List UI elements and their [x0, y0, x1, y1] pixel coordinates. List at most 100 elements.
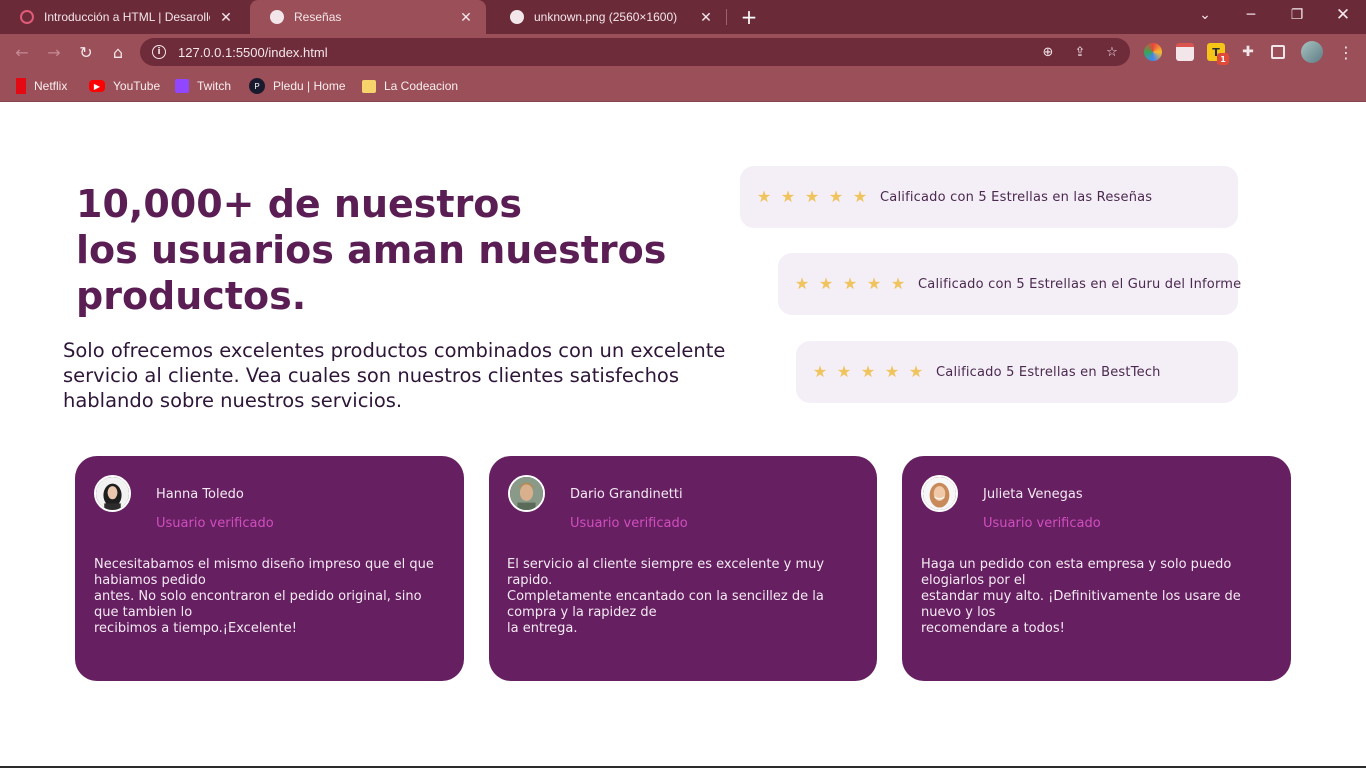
reviewer-name: Julieta Venegas	[983, 487, 1083, 502]
review-line: Necesitabamos el mismo diseño impreso qu…	[94, 557, 434, 572]
testimonial-card: Hanna Toledo Usuario verificado Necesita…	[75, 456, 464, 681]
site-favicon-icon	[20, 10, 34, 24]
rating-text: Calificado 5 Estrellas en BestTech	[936, 364, 1161, 380]
bookmark-label: Netflix	[34, 79, 68, 93]
back-button[interactable]: ←	[10, 40, 34, 64]
netflix-icon	[16, 78, 26, 94]
star-icon: ★	[860, 362, 876, 381]
review-line: habiamos pedido	[94, 573, 206, 588]
avatar	[508, 475, 545, 512]
review-text: Necesitabamos el mismo diseño impreso qu…	[94, 557, 449, 637]
home-button[interactable]: ⌂	[106, 40, 130, 64]
rating-text: Calificado con 5 Estrellas en las Reseña…	[880, 189, 1153, 205]
review-line: antes. No solo encontraron el pedido ori…	[94, 589, 422, 604]
zoom-icon[interactable]: ⊕	[1040, 44, 1056, 60]
bookmark-label: YouTube	[113, 79, 161, 93]
new-tab-button[interactable]: +	[737, 5, 761, 29]
rating-text: Calificado con 5 Estrellas en el Guru de…	[918, 276, 1242, 292]
tab-introduccion-html[interactable]: Introducción a HTML | Desarollo W ✕	[0, 0, 246, 34]
tab-strip: Introducción a HTML | Desarollo W ✕ Rese…	[0, 0, 1366, 34]
star-icon: ★	[866, 274, 882, 293]
close-tab-icon[interactable]: ✕	[458, 9, 474, 25]
bookmark-star-icon[interactable]: ☆	[1104, 44, 1120, 60]
star-icon: ★	[890, 274, 906, 293]
browser-toolbar: ← → ↻ ⌂ i 127.0.0.1:5500/index.html ⊕ ⇪ …	[0, 34, 1366, 70]
extension-badge: 1	[1217, 53, 1229, 65]
review-line: la entrega.	[507, 621, 578, 636]
restore-button[interactable]: ❐	[1274, 0, 1320, 30]
bookmark-la-codeacion[interactable]: La Codeacion	[362, 77, 458, 95]
tab-search-button[interactable]: ⌄	[1182, 0, 1228, 30]
twitch-icon	[175, 79, 189, 93]
folder-icon	[362, 79, 376, 93]
bookmark-twitch[interactable]: Twitch	[175, 77, 231, 95]
star-icon: ★	[818, 274, 834, 293]
star-icon: ★	[804, 187, 820, 206]
review-line: compra y la rapidez de	[507, 605, 657, 620]
avatar	[921, 475, 958, 512]
pledu-icon: P	[249, 78, 265, 94]
star-icon: ★	[828, 187, 844, 206]
tab-title: Introducción a HTML | Desarollo W	[44, 10, 210, 24]
forward-button[interactable]: →	[42, 40, 66, 64]
share-icon[interactable]: ⇪	[1072, 44, 1088, 60]
rating-besttech: ★ ★ ★ ★ ★ Calificado 5 Estrellas en Best…	[796, 341, 1238, 403]
bookmark-pledu[interactable]: P Pledu | Home	[249, 77, 346, 95]
profile-avatar[interactable]	[1301, 41, 1323, 63]
tab-resenas[interactable]: Reseñas ✕	[250, 0, 486, 34]
review-line: Completamente encantado con la sencillez…	[507, 589, 824, 604]
notes-extension-icon[interactable]	[1176, 43, 1194, 61]
review-line: recibimos a tiempo.¡Excelente!	[94, 621, 297, 636]
tab-divider	[726, 9, 727, 25]
review-line: El servicio al cliente siempre es excele…	[507, 557, 825, 572]
page-content: 10,000+ de nuestros los usuarios aman nu…	[0, 103, 1366, 766]
star-icon: ★	[842, 274, 858, 293]
description-line: hablando sobre nuestros servicios.	[63, 389, 403, 412]
bookmark-label: Pledu | Home	[273, 79, 346, 93]
minimize-button[interactable]: ─	[1228, 0, 1274, 30]
youtube-icon: ▶	[89, 80, 105, 92]
verified-label: Usuario verificado	[983, 516, 1101, 531]
rating-guru-informe: ★ ★ ★ ★ ★ Calificado con 5 Estrellas en …	[778, 253, 1242, 315]
star-icon: ★	[794, 274, 810, 293]
review-line: recomendare a todos!	[921, 621, 1065, 636]
close-tab-icon[interactable]: ✕	[698, 9, 714, 25]
verified-label: Usuario verificado	[570, 516, 688, 531]
bookmark-youtube[interactable]: ▶ YouTube	[89, 77, 160, 95]
review-line: estandar muy alto. ¡Definitivamente los …	[921, 589, 1241, 604]
description-line: servicio al cliente. Vea cuales son nues…	[63, 364, 680, 387]
site-info-icon[interactable]: i	[152, 45, 166, 59]
star-icon: ★	[756, 187, 772, 206]
star-icon: ★	[852, 187, 868, 206]
color-extension-icon[interactable]	[1144, 43, 1162, 61]
description-line: Solo ofrecemos excelentes productos comb…	[63, 339, 726, 362]
review-line: nuevo y los	[921, 605, 996, 620]
close-window-button[interactable]: ✕	[1320, 0, 1366, 30]
star-icon: ★	[836, 362, 852, 381]
menu-kebab-icon[interactable]: ⋮	[1334, 40, 1358, 64]
t-extension-icon[interactable]: T 1	[1207, 43, 1229, 65]
avatar	[94, 475, 131, 512]
side-panel-icon[interactable]	[1271, 45, 1285, 59]
star-rating: ★ ★ ★ ★ ★	[790, 276, 910, 292]
bookmark-label: Twitch	[197, 79, 232, 93]
star-icon: ★	[812, 362, 828, 381]
address-bar[interactable]: i 127.0.0.1:5500/index.html ⊕ ⇪ ☆	[140, 38, 1130, 66]
globe-icon	[270, 10, 284, 24]
tab-unknown-png[interactable]: unknown.png (2560×1600) ✕	[490, 0, 726, 34]
star-rating: ★ ★ ★ ★ ★	[808, 364, 928, 380]
puzzle-extensions-icon[interactable]: ✚	[1239, 43, 1257, 61]
reviewer-name: Hanna Toledo	[156, 487, 244, 502]
reload-button[interactable]: ↻	[74, 40, 98, 64]
bookmark-label: La Codeacion	[384, 79, 459, 93]
bookmark-netflix[interactable]: Netflix	[16, 77, 67, 95]
hero-headline: 10,000+ de nuestros los usuarios aman nu…	[76, 181, 696, 319]
rating-resenas: ★ ★ ★ ★ ★ Calificado con 5 Estrellas en …	[740, 166, 1238, 228]
verified-label: Usuario verificado	[156, 516, 274, 531]
headline-line: los usuarios aman nuestros	[76, 228, 667, 272]
review-text: El servicio al cliente siempre es excele…	[507, 557, 862, 637]
hero-description: Solo ofrecemos excelentes productos comb…	[63, 338, 763, 413]
review-line: elogiarlos por el	[921, 573, 1026, 588]
review-text: Haga un pedido con esta empresa y solo p…	[921, 557, 1276, 637]
close-tab-icon[interactable]: ✕	[218, 9, 234, 25]
